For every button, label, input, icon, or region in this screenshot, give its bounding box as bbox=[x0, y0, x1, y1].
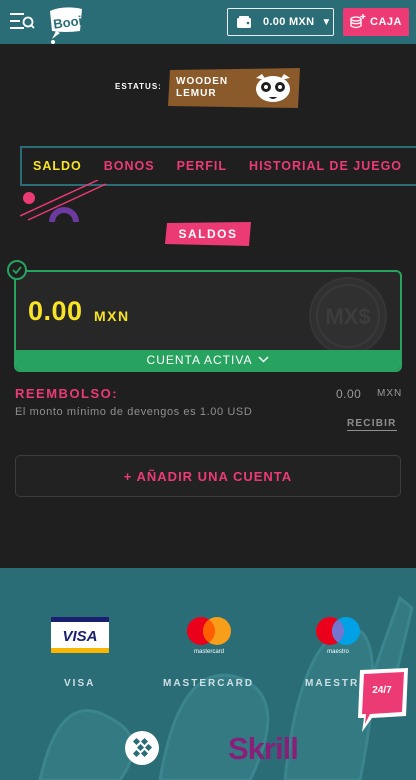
background-logo-pattern bbox=[38, 595, 414, 780]
saldos-section-title: SALDOS bbox=[165, 222, 251, 246]
chat-label: 24/7 bbox=[372, 685, 392, 696]
mxn-coin-icon: MX$ bbox=[309, 277, 387, 355]
reembolso-description: El monto mínimo de devengos es 1.00 USD bbox=[15, 406, 253, 418]
active-account-label: CUENTA ACTIVA bbox=[146, 353, 253, 367]
visa-label: VISA bbox=[64, 678, 96, 689]
tab-perfil[interactable]: PERFIL bbox=[177, 159, 227, 173]
visa-logo-text: VISA bbox=[62, 628, 97, 645]
wallet-dropdown[interactable]: 0.00 MXN ▼ bbox=[227, 8, 334, 36]
coins-plus-icon bbox=[350, 14, 366, 29]
tab-saldo[interactable]: SALDO bbox=[33, 159, 82, 173]
caja-button[interactable]: CAJA bbox=[343, 8, 409, 36]
support-chat-button[interactable]: 24/7 bbox=[358, 668, 410, 734]
coin-text: MX$ bbox=[325, 304, 370, 329]
mastercard-logo-text: mastercard bbox=[194, 649, 224, 655]
balance-amount: 0.00 bbox=[28, 296, 83, 326]
svg-text:Booi!: Booi! bbox=[52, 12, 87, 31]
maestro-logo: maestro bbox=[313, 615, 363, 655]
recibir-button[interactable]: RECIBIR bbox=[347, 418, 397, 431]
chevron-down-icon bbox=[258, 355, 269, 366]
webmoney-icon bbox=[124, 730, 160, 766]
wallet-amount: 0.00 MXN bbox=[263, 16, 315, 28]
saldos-title-text: SALDOS bbox=[178, 227, 238, 241]
tab-bonos[interactable]: BONOS bbox=[104, 159, 155, 173]
balance-currency: MXN bbox=[94, 308, 130, 324]
status-level-line2: LEMUR bbox=[176, 88, 217, 99]
tab-historial[interactable]: HISTORIAL DE JUEGO bbox=[249, 159, 402, 173]
booi-logo[interactable]: Booi! bbox=[46, 5, 88, 45]
maestro-logo-text: maestro bbox=[327, 649, 349, 655]
status-label: ESTATUS: bbox=[115, 82, 162, 91]
mastercard-logo: mastercard bbox=[184, 615, 234, 655]
payment-methods-section: VISA mastercard maestro VISA MASTERCARD … bbox=[0, 568, 416, 780]
mastercard-label: MASTERCARD bbox=[163, 678, 255, 689]
reembolso-title: REEMBOLSO: bbox=[15, 386, 119, 401]
active-account-toggle[interactable]: CUENTA ACTIVA bbox=[16, 350, 400, 370]
decorative-shapes bbox=[20, 180, 107, 222]
visa-logo: VISA bbox=[51, 617, 109, 653]
status-badge: WOODEN LEMUR bbox=[168, 68, 302, 108]
caja-label: CAJA bbox=[370, 16, 402, 28]
skrill-logo-text: Skrill bbox=[228, 731, 298, 766]
add-account-button[interactable]: + AÑADIR UNA CUENTA bbox=[15, 455, 401, 497]
check-icon bbox=[7, 260, 27, 280]
status-level-line1: WOODEN bbox=[176, 76, 229, 87]
menu-search-icon[interactable] bbox=[8, 10, 36, 32]
balance-card[interactable]: 0.00 MXN MX$ CUENTA ACTIVA bbox=[14, 270, 402, 372]
wallet-icon bbox=[237, 16, 251, 28]
top-bar: Booi! 0.00 MXN ▼ CAJA bbox=[0, 0, 416, 44]
caret-down-icon: ▼ bbox=[321, 16, 332, 28]
skrill-logo: Skrill bbox=[226, 728, 322, 768]
reembolso-currency: MXN bbox=[377, 388, 403, 399]
reembolso-value: 0.00 bbox=[336, 387, 362, 401]
